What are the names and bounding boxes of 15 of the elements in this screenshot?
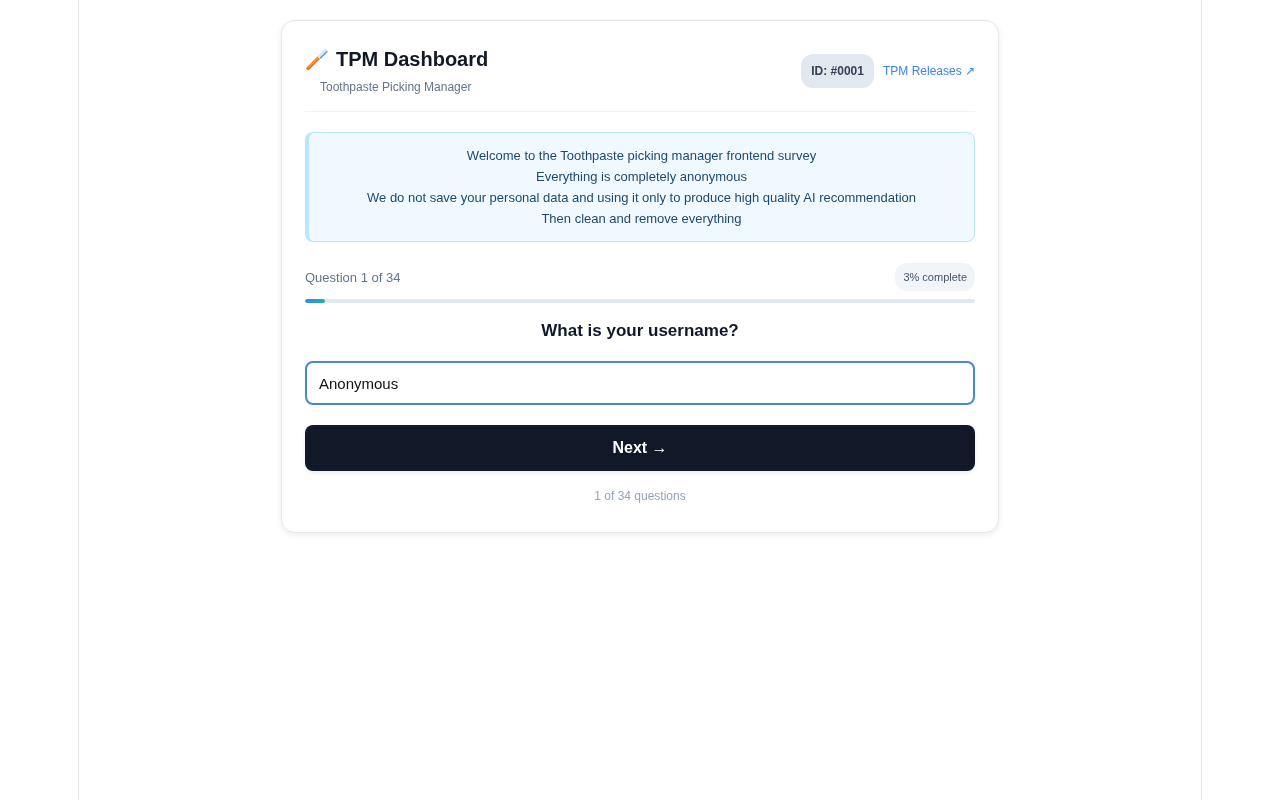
- notice-text: Then clean and remove everything: [541, 210, 742, 228]
- notice-text: Everything is completely anonymous: [536, 168, 747, 186]
- app-subtitle: Toothpaste Picking Manager: [320, 80, 473, 94]
- id-badge: ID: #0001: [801, 54, 874, 88]
- notice-text: We do not save your personal data and using it only to produce high quality AI recommendation: [367, 189, 916, 207]
- toothbrush-icon: [305, 47, 329, 71]
- notice-text: Welcome to the Toothpaste picking manager frontend survey: [466, 147, 817, 165]
- next-button[interactable]: Next →: [305, 425, 975, 471]
- question-title: What is your username?: [540, 321, 740, 341]
- question-counter: Question 1 of 34: [305, 269, 401, 285]
- username-input[interactable]: Anonymous: [305, 361, 975, 405]
- question-count-footer: 1 of 34 questions: [305, 489, 975, 503]
- releases-link[interactable]: TPM Releases ↗: [882, 64, 975, 78]
- percent-complete-badge: 3% complete: [895, 263, 975, 291]
- app-title: TPM Dashboard: [336, 47, 489, 71]
